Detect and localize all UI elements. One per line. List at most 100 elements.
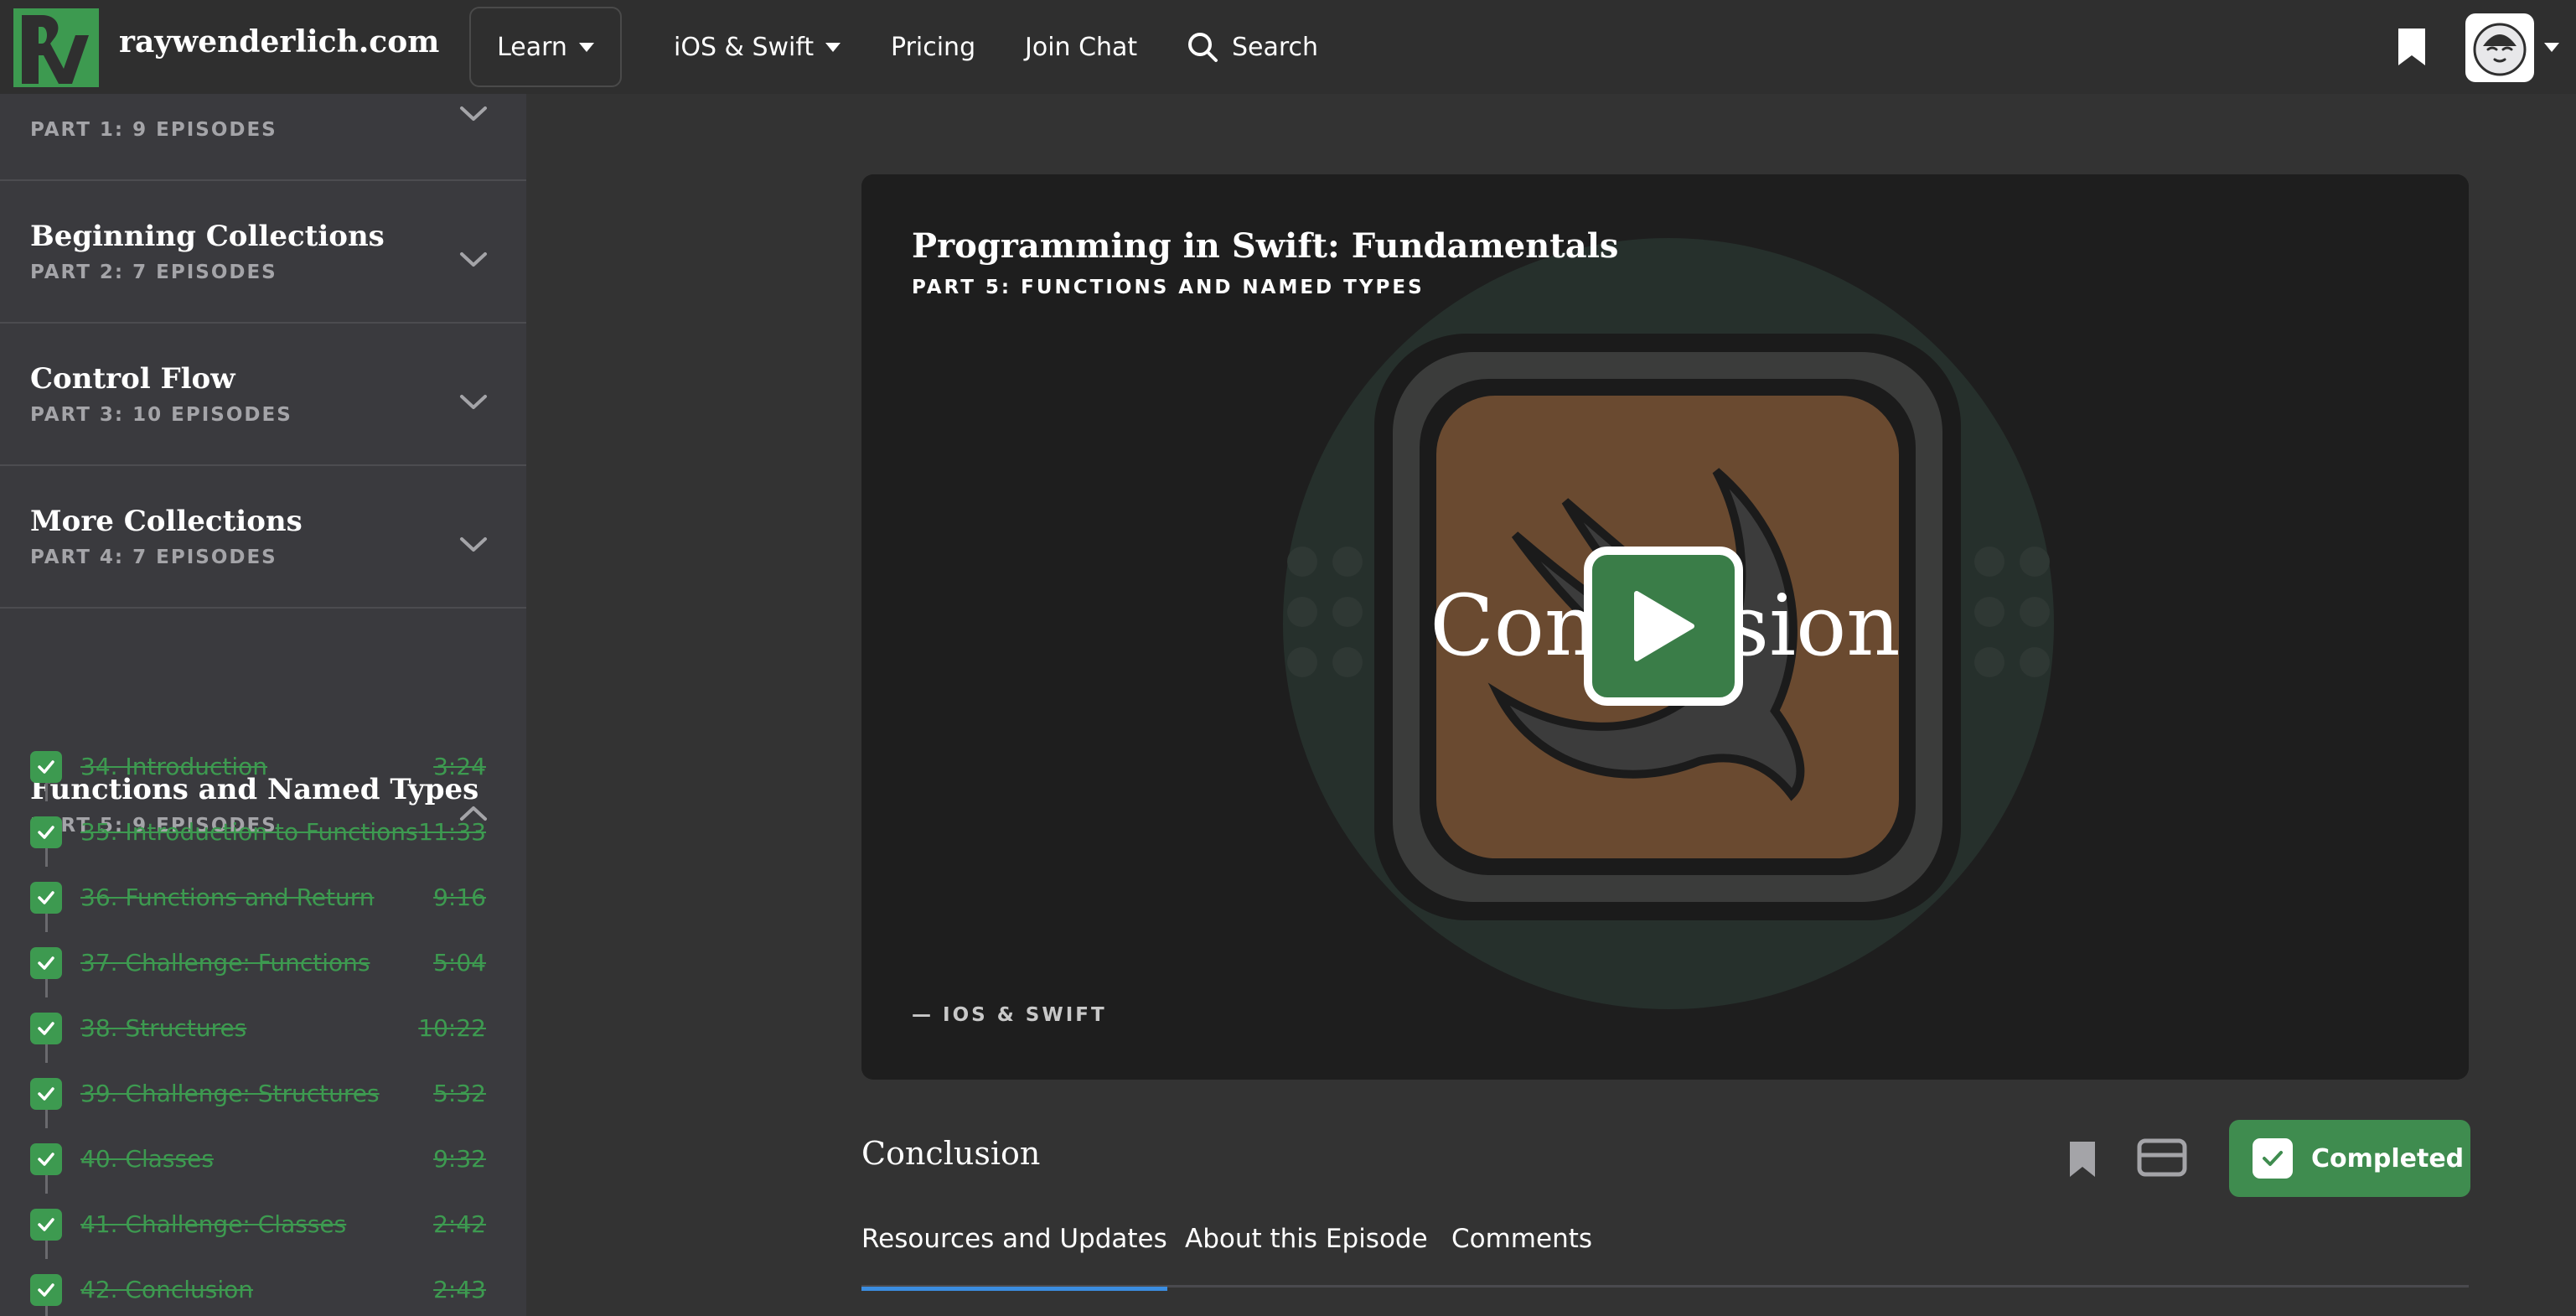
checkmark-icon <box>2253 1138 2293 1179</box>
bookmark-icon[interactable] <box>2398 28 2425 65</box>
checkmark-icon <box>30 816 62 848</box>
course-title: Programming in Swift: Fundamentals <box>912 226 1619 266</box>
checkmark-icon <box>30 947 62 979</box>
join-chat-label: Join Chat <box>1025 32 1138 62</box>
part-subtitle: PART 2: 7 EPISODES <box>30 262 277 283</box>
part-title: Beginning Collections <box>30 220 385 253</box>
episode-title: 35. Introduction to Functions <box>80 818 418 846</box>
episode-duration: 5:04 <box>433 949 486 977</box>
bookmark-icon[interactable] <box>2070 1142 2095 1177</box>
course-sidebar: PART 1: 9 EPISODES Beginning Collections… <box>0 94 526 1316</box>
join-chat-link[interactable]: Join Chat <box>1025 0 1137 94</box>
chevron-down-icon <box>460 106 487 121</box>
episode-item[interactable]: 42. Conclusion 2:43 <box>0 1257 526 1316</box>
episode-item[interactable]: 34. Introduction 3:24 <box>0 734 526 801</box>
platform-menu-button[interactable]: iOS & Swift <box>674 0 841 94</box>
pricing-label: Pricing <box>891 32 976 62</box>
episode-connector <box>45 1175 48 1194</box>
episode-duration: 2:42 <box>433 1210 486 1238</box>
checkmark-icon <box>30 882 62 914</box>
episode-connector <box>45 783 48 801</box>
pricing-link[interactable]: Pricing <box>891 0 975 94</box>
chevron-down-icon <box>825 42 841 52</box>
checkmark-icon <box>30 1013 62 1044</box>
chevron-down-icon[interactable] <box>2544 43 2559 52</box>
episode-duration: 9:16 <box>433 883 486 911</box>
episode-item[interactable]: 40. Classes 9:32 <box>0 1127 526 1194</box>
search-label: Search <box>1232 32 1319 62</box>
checkmark-icon <box>30 751 62 783</box>
episode-tabs: Resources and Updates About this Episode… <box>861 1224 2469 1291</box>
checkmark-icon <box>30 1143 62 1175</box>
episode-item[interactable]: 41. Challenge: Classes 2:42 <box>0 1192 526 1259</box>
episode-connector <box>45 979 48 997</box>
play-icon <box>1634 591 1694 661</box>
episode-connector <box>45 1306 48 1316</box>
episode-title: 39. Challenge: Structures <box>80 1080 380 1107</box>
episode-title: 34. Introduction <box>80 753 267 780</box>
episode-list: 34. Introduction 3:24 35. Introduction t… <box>0 734 526 1316</box>
part-5[interactable]: Functions and Named Types PART 5: 9 EPIS… <box>0 734 526 1316</box>
learn-label: Learn <box>497 32 567 62</box>
episode-connector <box>45 1110 48 1128</box>
episode-duration: 3:24 <box>433 753 486 780</box>
tab-about[interactable]: About this Episode <box>1185 1224 1428 1288</box>
part-subtitle: PART 1: 9 EPISODES <box>30 119 277 141</box>
platform-label: iOS & Swift <box>674 32 815 62</box>
brand-link[interactable]: raywenderlich.com <box>13 7 439 87</box>
episode-item[interactable]: 36. Functions and Return 9:16 <box>0 865 526 932</box>
learn-menu-button[interactable]: Learn <box>469 7 622 87</box>
tab-resources[interactable]: Resources and Updates <box>861 1224 1167 1291</box>
episode-duration: 9:32 <box>433 1145 486 1173</box>
brand-name: raywenderlich.com <box>119 24 440 60</box>
user-avatar[interactable] <box>2465 13 2534 82</box>
tab-label: About this Episode <box>1185 1224 1428 1254</box>
checkmark-icon <box>30 1274 62 1306</box>
episode-connector <box>45 1044 48 1063</box>
episode-connector <box>45 848 48 867</box>
part-4[interactable]: More Collections PART 4: 7 EPISODES <box>0 466 526 609</box>
part-title: More Collections <box>30 505 303 538</box>
episode-title: 41. Challenge: Classes <box>80 1210 347 1238</box>
tab-label: Comments <box>1451 1224 1593 1254</box>
episode-title: 37. Challenge: Functions <box>80 949 370 977</box>
tab-comments[interactable]: Comments <box>1451 1224 1592 1288</box>
part-title: Control Flow <box>30 362 235 396</box>
episode-duration: 11:33 <box>418 818 486 846</box>
part-subtitle: PART 4: 7 EPISODES <box>30 547 277 568</box>
category-tag: — IOS & SWIFT <box>912 1004 1107 1026</box>
chevron-down-icon <box>578 42 594 52</box>
search-button[interactable]: Search <box>1187 0 1318 94</box>
completed-button[interactable]: Completed <box>2229 1120 2470 1197</box>
episode-title: 42. Conclusion <box>80 1276 254 1303</box>
episode-title: 38. Structures <box>80 1014 247 1042</box>
completed-label: Completed <box>2311 1143 2465 1174</box>
episode-duration: 5:32 <box>433 1080 486 1107</box>
captions-icon[interactable] <box>2137 1138 2187 1177</box>
episode-item[interactable]: 38. Structures 10:22 <box>0 996 526 1063</box>
part-2[interactable]: Beginning Collections PART 2: 7 EPISODES <box>0 181 526 324</box>
part-1[interactable]: PART 1: 9 EPISODES <box>0 94 526 181</box>
search-icon <box>1188 33 1218 62</box>
checkmark-icon <box>30 1078 62 1110</box>
episode-item[interactable]: 37. Challenge: Functions 5:04 <box>0 930 526 997</box>
chevron-down-icon <box>460 537 487 552</box>
video-player[interactable]: Programming in Swift: Fundamentals PART … <box>861 174 2469 1080</box>
logo-icon <box>13 8 99 87</box>
top-navigation: raywenderlich.com Learn iOS & Swift Pric… <box>0 0 2576 94</box>
episode-connector <box>45 914 48 932</box>
chevron-down-icon <box>460 395 487 409</box>
episode-duration: 2:43 <box>433 1276 486 1303</box>
episode-title: 40. Classes <box>80 1145 214 1173</box>
chevron-down-icon <box>460 252 487 267</box>
episode-duration: 10:22 <box>418 1014 486 1042</box>
episode-connector <box>45 1241 48 1259</box>
episode-item[interactable]: 39. Challenge: Structures 5:32 <box>0 1061 526 1128</box>
episode-heading: Conclusion <box>861 1135 1041 1172</box>
part-subtitle: PART 3: 10 EPISODES <box>30 404 292 426</box>
avatar-icon <box>2473 23 2527 76</box>
tab-label: Resources and Updates <box>861 1224 1167 1254</box>
episode-item[interactable]: 35. Introduction to Functions 11:33 <box>0 800 526 867</box>
part-3[interactable]: Control Flow PART 3: 10 EPISODES <box>0 324 526 466</box>
play-button[interactable] <box>1584 547 1743 706</box>
